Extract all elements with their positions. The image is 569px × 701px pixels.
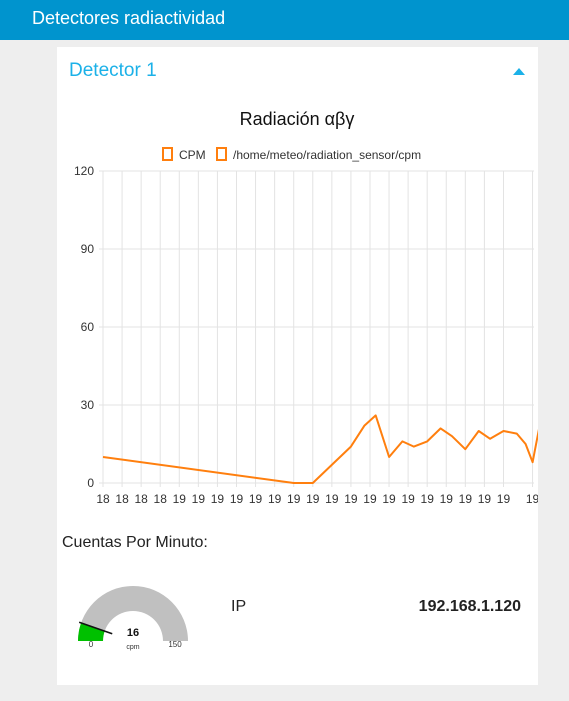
x-tick-label: 19: [173, 492, 187, 506]
chart-title: Radiación αβγ: [240, 109, 355, 129]
gauge-unit: cpm: [126, 644, 139, 651]
legend-swatch: [216, 147, 227, 161]
ip-value: 192.168.1.120: [418, 598, 521, 615]
x-tick-label: 19: [440, 492, 454, 506]
gauge-min: 0: [89, 640, 94, 649]
x-tick-label: 19: [478, 492, 492, 506]
ip-label: IP: [231, 598, 247, 615]
x-tick-label: 19: [497, 492, 511, 506]
x-tick-label: 19: [325, 492, 339, 506]
x-tick-label: 18: [96, 492, 110, 506]
y-tick-label: 30: [81, 398, 95, 412]
gauge-max: 150: [168, 640, 182, 649]
x-tick-label: 19: [306, 492, 320, 506]
x-tick-label: 19: [268, 492, 282, 506]
chevron-up-icon[interactable]: [513, 68, 525, 75]
legend-swatch: [162, 147, 173, 161]
y-tick-label: 60: [81, 320, 95, 334]
legend-label: CPM: [179, 148, 206, 162]
detector-group-header[interactable]: Detector 1: [57, 47, 538, 95]
detector-group-card: Detector 1 Radiación αβγ CPM/home/meteo/r…: [57, 47, 554, 685]
top-bar: Detectores radiactividad: [0, 0, 569, 40]
legend-label: /home/meteo/radiation_sensor/cpm: [233, 148, 421, 162]
x-tick-label: 19: [401, 492, 415, 506]
x-tick-label: 19: [230, 492, 244, 506]
x-tick-label: 19: [421, 492, 435, 506]
cpm-label: Cuentas Por Minuto:: [62, 534, 208, 551]
x-tick-label: 18: [115, 492, 129, 506]
cpm-gauge: 16 cpm 0 150: [77, 575, 197, 655]
x-tick-label: 19: [363, 492, 377, 506]
gauge-svg: 16 cpm 0 150: [78, 586, 188, 651]
y-tick-label: 90: [81, 242, 95, 256]
x-tick-label: 19: [211, 492, 225, 506]
x-tick-label: 19: [382, 492, 396, 506]
y-tick-label: 120: [74, 164, 94, 178]
radiation-chart: Radiación αβγ CPM/home/meteo/radiation_se…: [57, 95, 554, 515]
dashboard-title: Detectores radiactividad: [32, 8, 226, 28]
chart-svg: Radiación αβγ CPM/home/meteo/radiation_se…: [74, 109, 554, 506]
group-title: Detector 1: [69, 60, 157, 81]
series-line: [102, 414, 541, 484]
x-tick-label: 18: [154, 492, 168, 506]
gauge-value: 16: [127, 627, 139, 639]
x-tick-label: 19: [192, 492, 206, 506]
x-tick-label: 19: [344, 492, 358, 506]
x-tick-label: 19: [249, 492, 263, 506]
x-tick-label: 19: [459, 492, 473, 506]
y-tick-label: 0: [87, 476, 94, 490]
x-tick-label: 19: [287, 492, 301, 506]
x-tick-label: 19: [526, 492, 538, 506]
x-tick-label: 18: [134, 492, 148, 506]
